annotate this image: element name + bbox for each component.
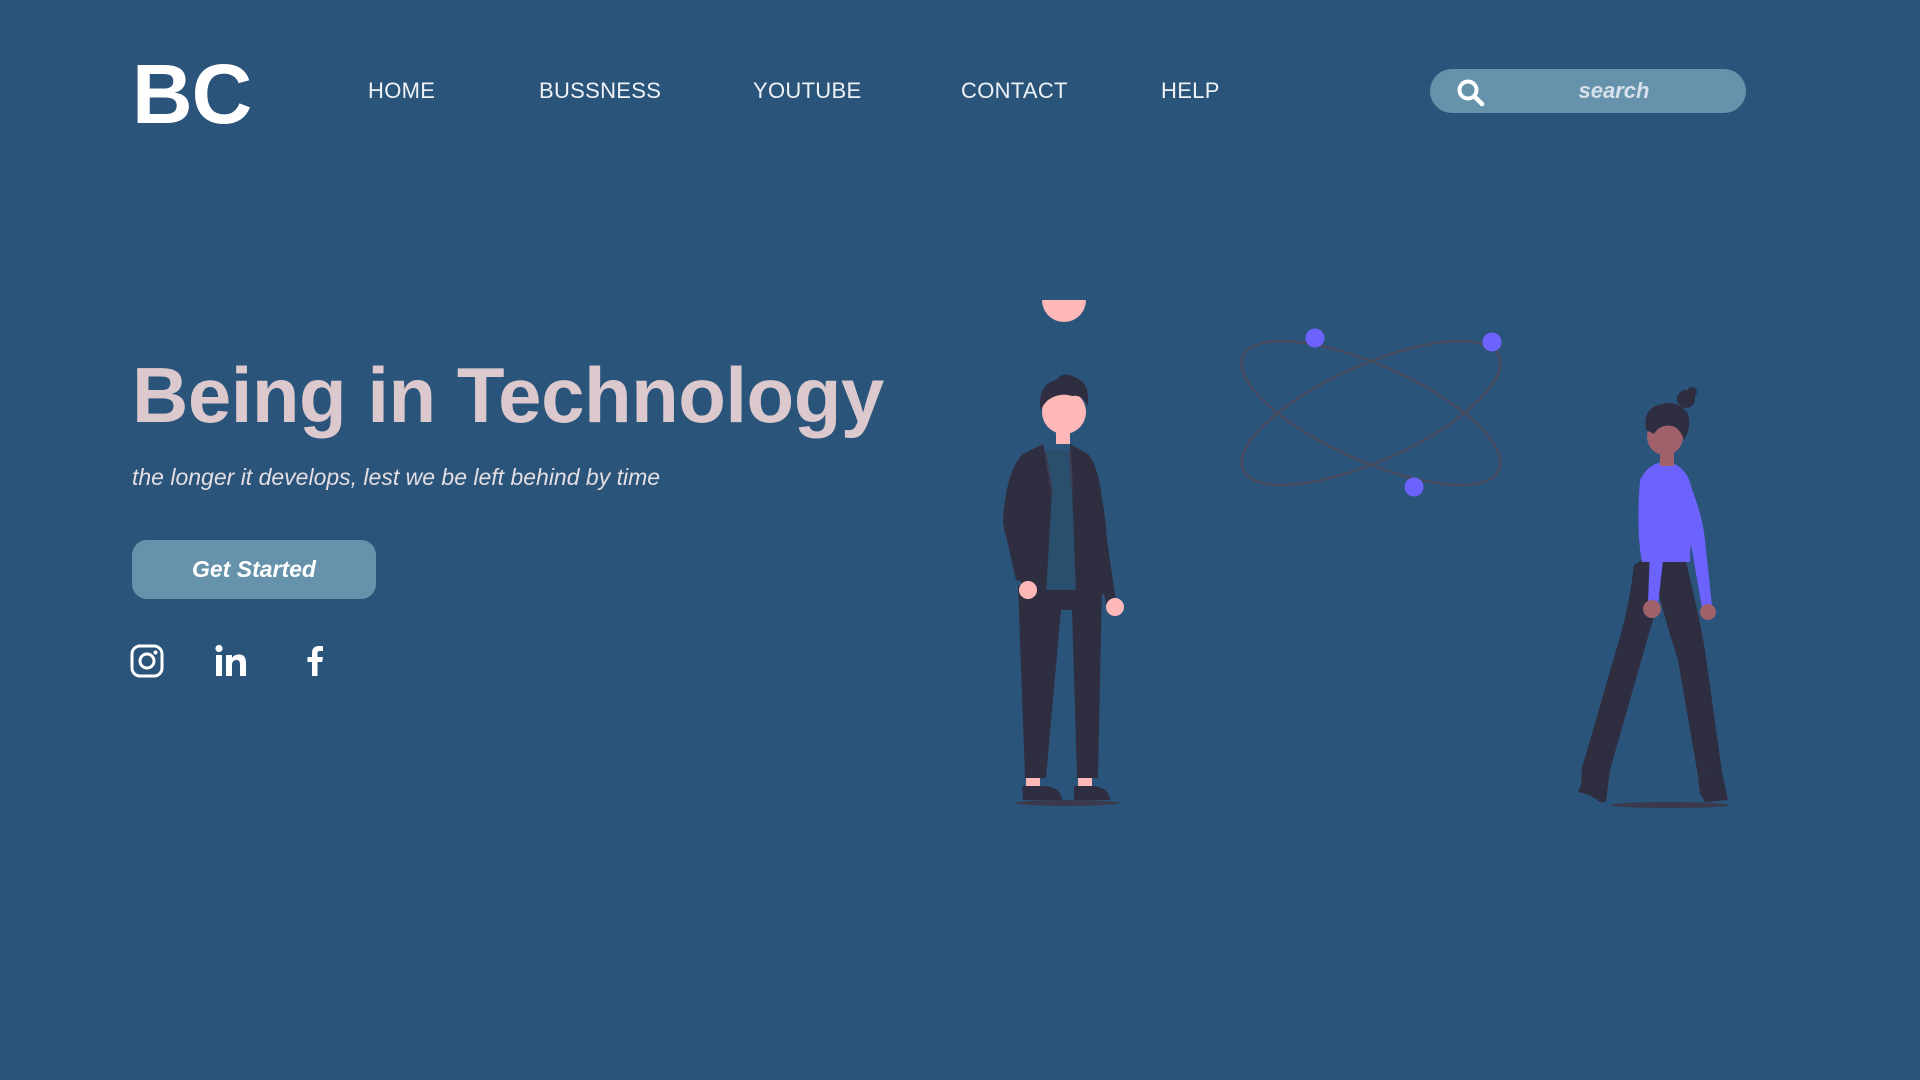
facebook-icon[interactable] <box>297 643 333 679</box>
linkedin-icon[interactable] <box>213 643 249 679</box>
atom-electron <box>1404 477 1424 497</box>
atom-graphic <box>1240 340 1502 486</box>
get-started-button[interactable]: Get Started <box>132 540 376 599</box>
search-bar[interactable] <box>1430 69 1746 113</box>
hero-subtitle: the longer it develops, lest we be left … <box>132 464 661 490</box>
instagram-icon[interactable] <box>129 643 165 679</box>
atom-electron <box>1305 328 1325 348</box>
man-figure <box>1003 300 1124 806</box>
atom-electron <box>1482 332 1502 352</box>
nav-home[interactable]: HOME <box>368 78 435 104</box>
nav-help[interactable]: HELP <box>1161 78 1220 104</box>
landing-page: BC HOME BUSSNESS YOUTUBE CONTACT HELP Be… <box>0 0 1920 1080</box>
woman-figure <box>1578 387 1730 808</box>
search-icon[interactable] <box>1455 77 1487 109</box>
nav-contact[interactable]: CONTACT <box>961 78 1068 104</box>
hero-illustration <box>1003 300 1730 808</box>
hero-title: Being in Technology <box>132 351 884 439</box>
nav-youtube[interactable]: YOUTUBE <box>753 78 861 104</box>
logo[interactable]: BC <box>132 52 252 136</box>
nav-business[interactable]: BUSSNESS <box>539 78 661 104</box>
search-input[interactable] <box>1514 69 1714 113</box>
